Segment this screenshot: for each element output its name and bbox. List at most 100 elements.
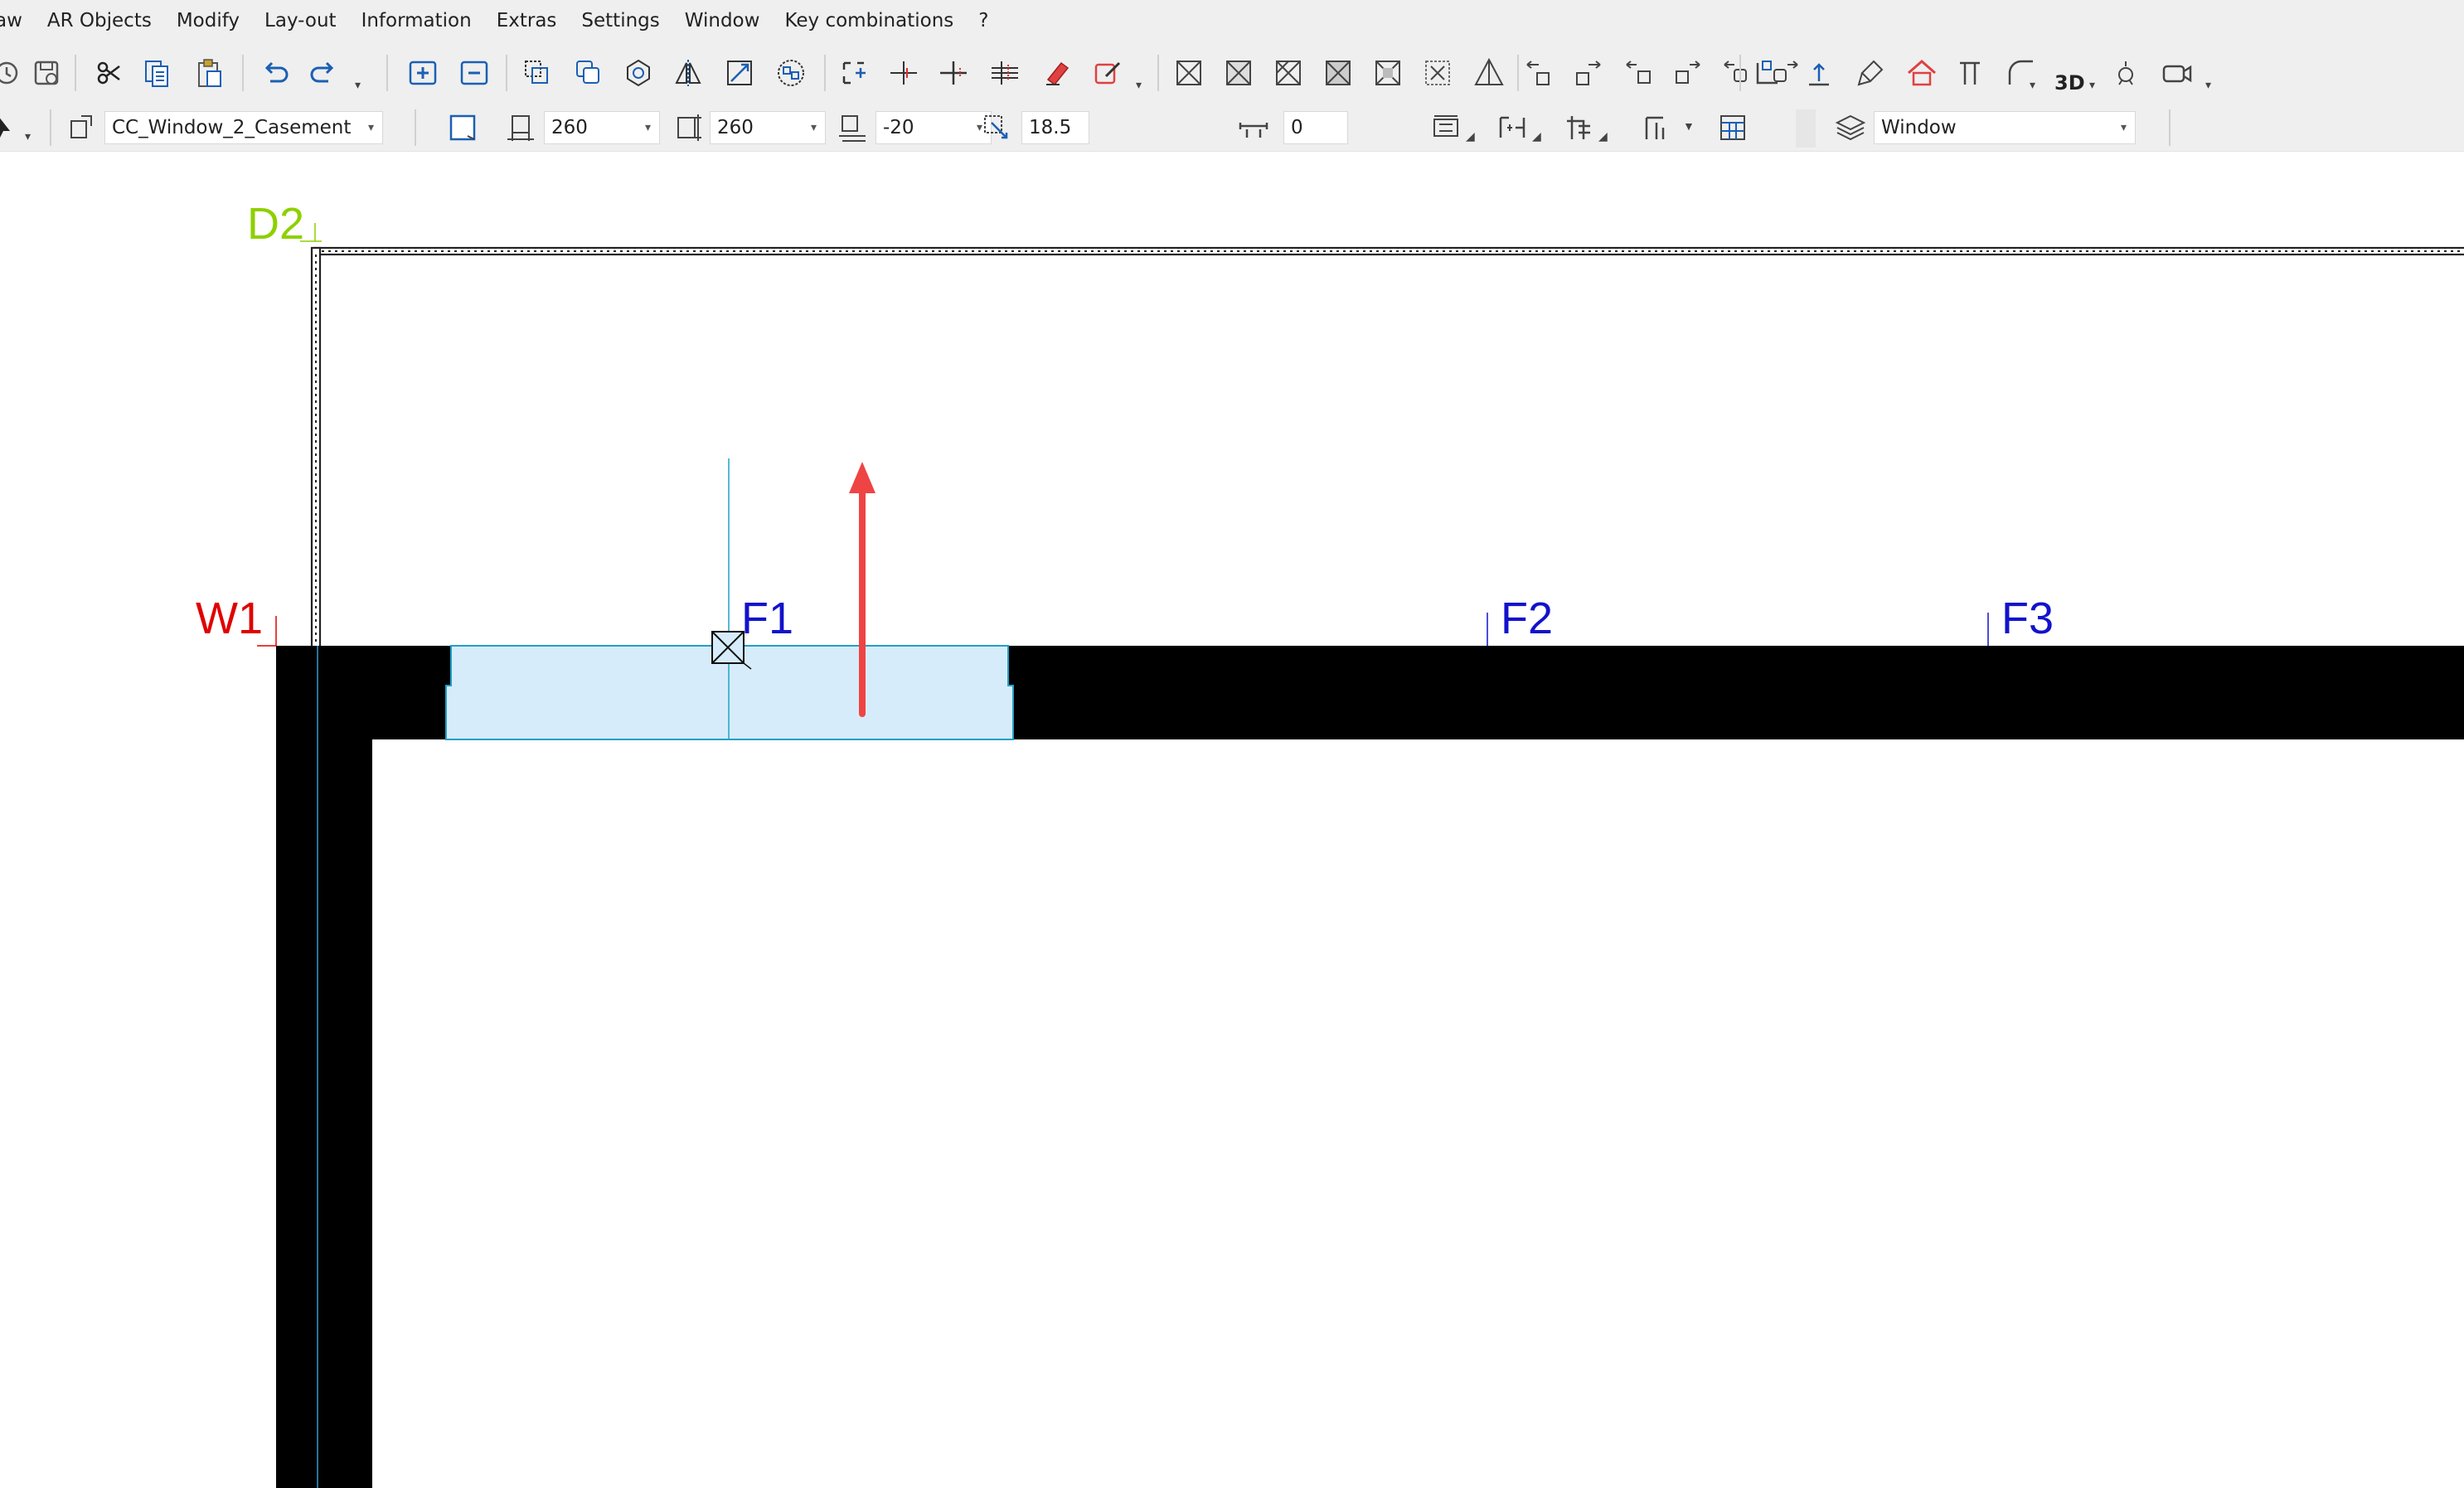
scale-icon[interactable] bbox=[723, 56, 756, 90]
menu-layout[interactable]: Lay-out bbox=[252, 0, 349, 41]
toolbar-separator bbox=[50, 109, 51, 146]
wall-label-d2[interactable]: D2 bbox=[247, 201, 304, 246]
object-change-icon[interactable] bbox=[65, 111, 98, 144]
toolbar-separator bbox=[1157, 55, 1159, 91]
tool-icon[interactable] bbox=[1562, 111, 1595, 144]
redo-icon[interactable] bbox=[307, 56, 340, 90]
edit-dropdown-arrow[interactable]: ▾ bbox=[1136, 78, 1142, 92]
snap-cross-icon[interactable] bbox=[887, 56, 920, 90]
place-bottom-dropdown-arrow[interactable]: ◢ bbox=[1532, 129, 1541, 143]
menu-help[interactable]: ? bbox=[966, 0, 1001, 41]
dimensions-dropdown-arrow[interactable]: ▼ bbox=[1683, 119, 1695, 133]
pointer-icon[interactable] bbox=[0, 111, 23, 144]
place-top-icon[interactable] bbox=[1429, 111, 1462, 144]
window-type-5-icon[interactable] bbox=[1371, 56, 1404, 90]
paint-brush-icon[interactable] bbox=[1854, 56, 1887, 90]
window-f1[interactable] bbox=[445, 458, 1014, 740]
view-3d-label[interactable]: 3D bbox=[2054, 71, 2085, 95]
sill-icon[interactable] bbox=[836, 111, 869, 144]
window-type-3-icon[interactable] bbox=[1272, 56, 1305, 90]
offset-value: 0 bbox=[1291, 117, 1303, 138]
snap-grid-icon[interactable] bbox=[988, 56, 1021, 90]
menu-draw[interactable]: aw bbox=[0, 0, 35, 41]
menu-bar: aw AR Objects Modify Lay-out Information… bbox=[0, 0, 2464, 41]
copy-multiple-icon[interactable] bbox=[572, 56, 605, 90]
snap-frame-icon[interactable] bbox=[837, 56, 871, 90]
toolbar-separator bbox=[415, 109, 416, 146]
wall-label-w1[interactable]: W1 bbox=[196, 596, 263, 641]
width-icon[interactable] bbox=[504, 111, 537, 144]
toolbar-separator bbox=[75, 55, 76, 91]
angle-icon[interactable] bbox=[980, 111, 1013, 144]
menu-modify[interactable]: Modify bbox=[164, 0, 252, 41]
move-window-right-icon[interactable] bbox=[1572, 56, 1605, 90]
save-icon[interactable] bbox=[30, 56, 63, 90]
move-window-front-icon[interactable] bbox=[1719, 56, 1753, 90]
width-input[interactable]: 260 ▾ bbox=[544, 111, 660, 144]
pointer-dropdown-arrow[interactable]: ▾ bbox=[25, 129, 31, 143]
group-icon[interactable] bbox=[774, 56, 808, 90]
edit-pencil-icon[interactable] bbox=[1091, 56, 1124, 90]
arc-dropdown-arrow[interactable]: ▾ bbox=[2030, 78, 2035, 92]
place-top-dropdown-arrow[interactable]: ◢ bbox=[1466, 129, 1475, 143]
layer-select[interactable]: Window ▾ bbox=[1874, 111, 2136, 144]
menu-settings[interactable]: Settings bbox=[569, 0, 672, 41]
offset-input[interactable]: 0 bbox=[1283, 111, 1348, 144]
layer-value: Window bbox=[1881, 117, 1957, 138]
view-3d-dropdown-arrow[interactable]: ▾ bbox=[2089, 78, 2095, 92]
menu-key-combinations[interactable]: Key combinations bbox=[772, 0, 966, 41]
place-bottom-icon[interactable] bbox=[1496, 111, 1529, 144]
tool-dropdown-arrow[interactable]: ◢ bbox=[1598, 129, 1608, 143]
menu-window[interactable]: Window bbox=[672, 0, 773, 41]
element-name-select[interactable]: CC_Window_2_Casement ▾ bbox=[104, 111, 383, 144]
redraw-icon[interactable] bbox=[0, 56, 23, 90]
layers-icon[interactable] bbox=[1834, 111, 1867, 144]
menu-ar-objects[interactable]: AR Objects bbox=[35, 0, 164, 41]
wall-w1[interactable] bbox=[257, 616, 2464, 1488]
move-window-up-icon[interactable] bbox=[1671, 56, 1705, 90]
window-label-f1[interactable]: F1 bbox=[741, 596, 793, 641]
frame-icon[interactable] bbox=[446, 111, 479, 144]
height-icon[interactable] bbox=[1802, 56, 1836, 90]
mirror-icon[interactable] bbox=[672, 56, 705, 90]
dimensions-icon[interactable] bbox=[1640, 111, 1673, 144]
duplicate-icon[interactable] bbox=[521, 56, 554, 90]
window-label-f3[interactable]: F3 bbox=[2001, 596, 2054, 641]
offset-icon[interactable] bbox=[1237, 111, 1270, 144]
menu-information[interactable]: Information bbox=[349, 0, 484, 41]
snap-plus-icon[interactable] bbox=[937, 56, 970, 90]
rotate-icon[interactable] bbox=[622, 56, 655, 90]
paste-icon[interactable] bbox=[192, 56, 226, 90]
cut-icon[interactable] bbox=[93, 56, 126, 90]
menu-extras[interactable]: Extras bbox=[484, 0, 570, 41]
pyramid-icon[interactable] bbox=[1472, 56, 1506, 90]
drawing-canvas[interactable]: D2 W1 F1 F2 F3 bbox=[0, 152, 2464, 1488]
wall-join-icon[interactable] bbox=[1751, 56, 1784, 90]
toolbar-separator bbox=[824, 55, 826, 91]
add-selection-icon[interactable] bbox=[406, 56, 439, 90]
angle-input[interactable]: 18.5 bbox=[1021, 111, 1089, 144]
house-icon[interactable] bbox=[1905, 56, 1938, 90]
height-icon[interactable] bbox=[670, 111, 703, 144]
move-window-down-icon[interactable] bbox=[1622, 56, 1655, 90]
sill-input[interactable]: -20 ▾ bbox=[875, 111, 992, 144]
window-type-2-icon[interactable] bbox=[1222, 56, 1255, 90]
camera-icon[interactable] bbox=[2161, 56, 2194, 90]
undo-icon[interactable] bbox=[259, 56, 292, 90]
eraser-icon[interactable] bbox=[1040, 56, 1073, 90]
camera-dropdown-arrow[interactable]: ▾ bbox=[2205, 78, 2211, 92]
subtract-selection-icon[interactable] bbox=[458, 56, 491, 90]
window-label-f2[interactable]: F2 bbox=[1501, 596, 1553, 641]
height-input[interactable]: 260 ▾ bbox=[710, 111, 826, 144]
column-icon[interactable] bbox=[1955, 56, 1988, 90]
redo-dropdown-arrow[interactable]: ▾ bbox=[355, 78, 361, 92]
grid-icon[interactable] bbox=[1716, 111, 1749, 144]
window-type-6-icon[interactable] bbox=[1421, 56, 1454, 90]
window-type-4-icon[interactable] bbox=[1322, 56, 1355, 90]
light-icon[interactable] bbox=[2109, 56, 2142, 90]
copy-icon[interactable] bbox=[141, 56, 174, 90]
window-type-1-icon[interactable] bbox=[1172, 56, 1205, 90]
plan-view bbox=[257, 223, 2464, 1488]
sill-value: -20 bbox=[883, 117, 914, 138]
move-window-left-icon[interactable] bbox=[1522, 56, 1555, 90]
